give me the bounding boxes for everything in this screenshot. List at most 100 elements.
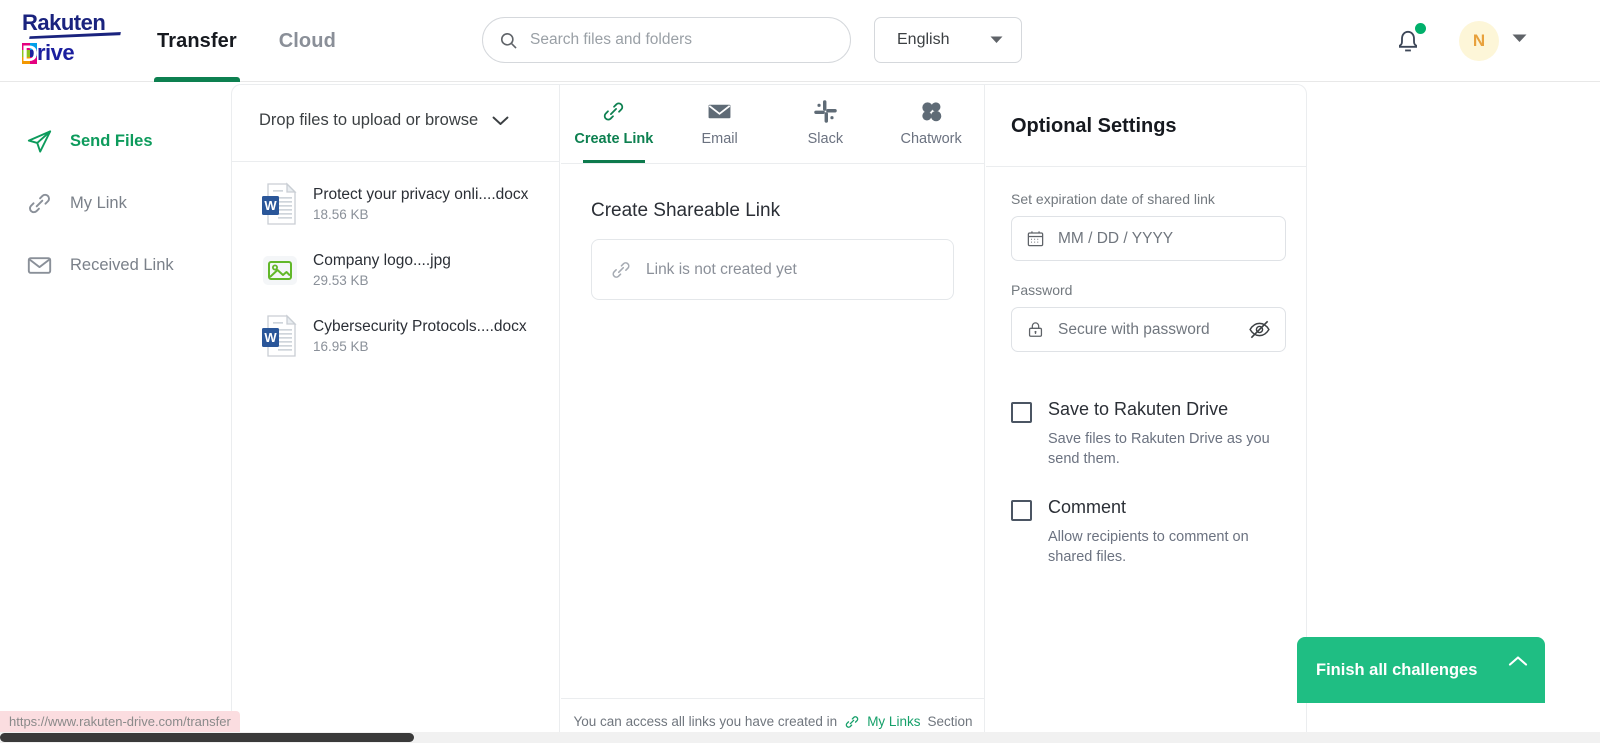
file-name: Protect your privacy onli....docx [313, 186, 529, 203]
slack-icon [813, 99, 838, 124]
chevron-up-icon[interactable] [1508, 655, 1528, 667]
envelope-icon [26, 252, 53, 279]
transfer-main-card: Drop files to upload or browse W Protect… [231, 84, 1307, 743]
finish-all-challenges-button[interactable]: Finish all challenges [1297, 637, 1545, 703]
footer-my-links-link[interactable]: My Links [867, 714, 920, 729]
save-to-drive-title: Save to Rakuten Drive [1048, 399, 1229, 419]
file-name: Company logo....jpg [313, 252, 451, 269]
footer-text: You can access all links you have create… [573, 714, 838, 729]
file-size: 29.53 KB [313, 273, 369, 288]
file-list-item-meta: Protect your privacy onli....docx 18.56 … [313, 185, 528, 223]
nav-tab-cloud[interactable]: Cloud [258, 0, 357, 82]
tab-create-link-label: Create Link [574, 131, 654, 147]
files-panel-divider [232, 161, 560, 162]
shareable-link-field[interactable]: Link is not created yet [591, 239, 954, 300]
search-icon [499, 31, 518, 50]
logo-rakuten-text: Rakuten [22, 10, 134, 39]
tab-email[interactable]: Email [667, 85, 773, 163]
comment-description: Allow recipients to comment on shared fi… [1048, 529, 1249, 565]
password-field[interactable]: Secure with password [1011, 307, 1286, 352]
files-panel: Drop files to upload or browse W Protect… [232, 85, 560, 743]
tab-chatwork-label: Chatwork [900, 131, 962, 147]
uploaded-files-list: W Protect your privacy onli....docx 18.5… [232, 171, 560, 369]
svg-text:W: W [264, 198, 277, 213]
rakuten-drive-logo[interactable]: Rakuten D rive [22, 12, 134, 70]
image-file-icon [259, 246, 301, 294]
drop-files-header[interactable]: Drop files to upload or browse [232, 85, 559, 130]
logo-d-letter: D [22, 42, 37, 64]
create-link-title: Create Shareable Link [591, 200, 781, 221]
main-nav-tabs: Transfer Cloud [136, 0, 357, 82]
left-sidebar: Send Files My Link Received Link [0, 83, 230, 743]
tab-email-label: Email [701, 131, 738, 147]
nav-tab-transfer[interactable]: Transfer [136, 0, 258, 82]
expiration-date-field[interactable]: MM / DD / YYYY [1011, 216, 1286, 261]
file-name: Cybersecurity Protocols....docx [313, 318, 527, 335]
send-plane-icon [26, 128, 53, 155]
save-to-drive-option[interactable]: Save to Rakuten Drive Save files to Raku… [1011, 398, 1286, 469]
sidebar-item-received-link[interactable]: Received Link [0, 245, 230, 285]
share-panel: Create Link Email Slack Chatwork Create … [561, 85, 985, 743]
finish-all-challenges-label: Finish all challenges [1316, 660, 1478, 679]
sidebar-item-my-link[interactable]: My Link [0, 183, 230, 223]
status-bar-url: https://www.rakuten-drive.com/transfer [0, 711, 240, 732]
link-icon [601, 99, 626, 124]
comment-title: Comment [1048, 497, 1127, 517]
file-list-item[interactable]: W Protect your privacy onli....docx 18.5… [232, 171, 560, 237]
comment-text: Comment Allow recipients to comment on s… [1048, 496, 1280, 567]
notification-unread-dot [1415, 23, 1426, 34]
optional-settings-title: Optional Settings [1011, 115, 1177, 137]
link-icon [26, 190, 53, 217]
link-icon [844, 714, 860, 730]
top-header-bar: Rakuten D rive Transfer Cloud English [0, 0, 1600, 82]
tab-slack[interactable]: Slack [773, 85, 879, 163]
create-link-section: Create Shareable Link Link is not create… [561, 164, 984, 300]
share-method-tabs: Create Link Email Slack Chatwork [561, 85, 984, 164]
tab-create-link[interactable]: Create Link [561, 85, 667, 163]
logo-drive-label: rive [37, 40, 75, 65]
footer-suffix: Section [927, 714, 973, 729]
file-size: 16.95 KB [313, 339, 369, 354]
svg-text:W: W [264, 330, 277, 345]
sidebar-item-send-files[interactable]: Send Files [0, 121, 230, 161]
file-list-item[interactable]: W Cybersecurity Protocols....docx 16.95 … [232, 303, 560, 369]
user-avatar[interactable]: N [1459, 21, 1499, 61]
language-selector[interactable]: English [874, 17, 1022, 63]
file-size: 18.56 KB [313, 207, 369, 222]
comment-checkbox[interactable] [1011, 500, 1032, 521]
user-menu-chevron-down-icon[interactable] [1512, 34, 1527, 43]
calendar-icon [1026, 229, 1045, 248]
logo-multicolor-d-icon: D [22, 42, 37, 64]
avatar-initial: N [1472, 31, 1486, 50]
horizontal-scrollbar[interactable] [0, 732, 1600, 743]
eye-off-icon[interactable] [1248, 318, 1271, 341]
logo-rakuten-label: Rakuten [22, 10, 106, 35]
link-icon [610, 259, 632, 281]
save-to-drive-checkbox[interactable] [1011, 402, 1032, 423]
save-to-drive-description: Save files to Rakuten Drive as you send … [1048, 431, 1270, 467]
envelope-icon [707, 99, 732, 124]
lock-icon [1026, 320, 1045, 339]
logo-drive-text: D rive [22, 42, 134, 64]
comment-option[interactable]: Comment Allow recipients to comment on s… [1011, 496, 1286, 567]
notifications-button[interactable] [1392, 23, 1426, 59]
file-list-item[interactable]: Company logo....jpg 29.53 KB [232, 237, 560, 303]
password-placeholder: Secure with password [1058, 320, 1210, 338]
drop-files-label: Drop files to upload or browse [259, 111, 479, 129]
nav-tab-transfer-label: Transfer [157, 29, 237, 52]
search-bar[interactable] [482, 17, 851, 63]
tab-chatwork[interactable]: Chatwork [878, 85, 984, 163]
optional-settings-body: Set expiration date of shared link MM / … [986, 167, 1306, 567]
expiration-date-label: Set expiration date of shared link [1011, 191, 1215, 207]
settings-spacer [1011, 261, 1286, 282]
password-label: Password [1011, 282, 1073, 298]
chevron-down-icon[interactable] [492, 116, 509, 126]
sidebar-item-send-files-label: Send Files [70, 131, 153, 150]
language-selector-value: English [897, 31, 950, 48]
save-to-drive-text: Save to Rakuten Drive Save files to Raku… [1048, 398, 1280, 469]
sidebar-item-my-link-label: My Link [70, 193, 127, 212]
sidebar-item-received-link-label: Received Link [70, 255, 174, 274]
chatwork-icon [919, 99, 944, 124]
horizontal-scrollbar-thumb[interactable] [0, 733, 414, 742]
search-input[interactable] [530, 31, 830, 49]
